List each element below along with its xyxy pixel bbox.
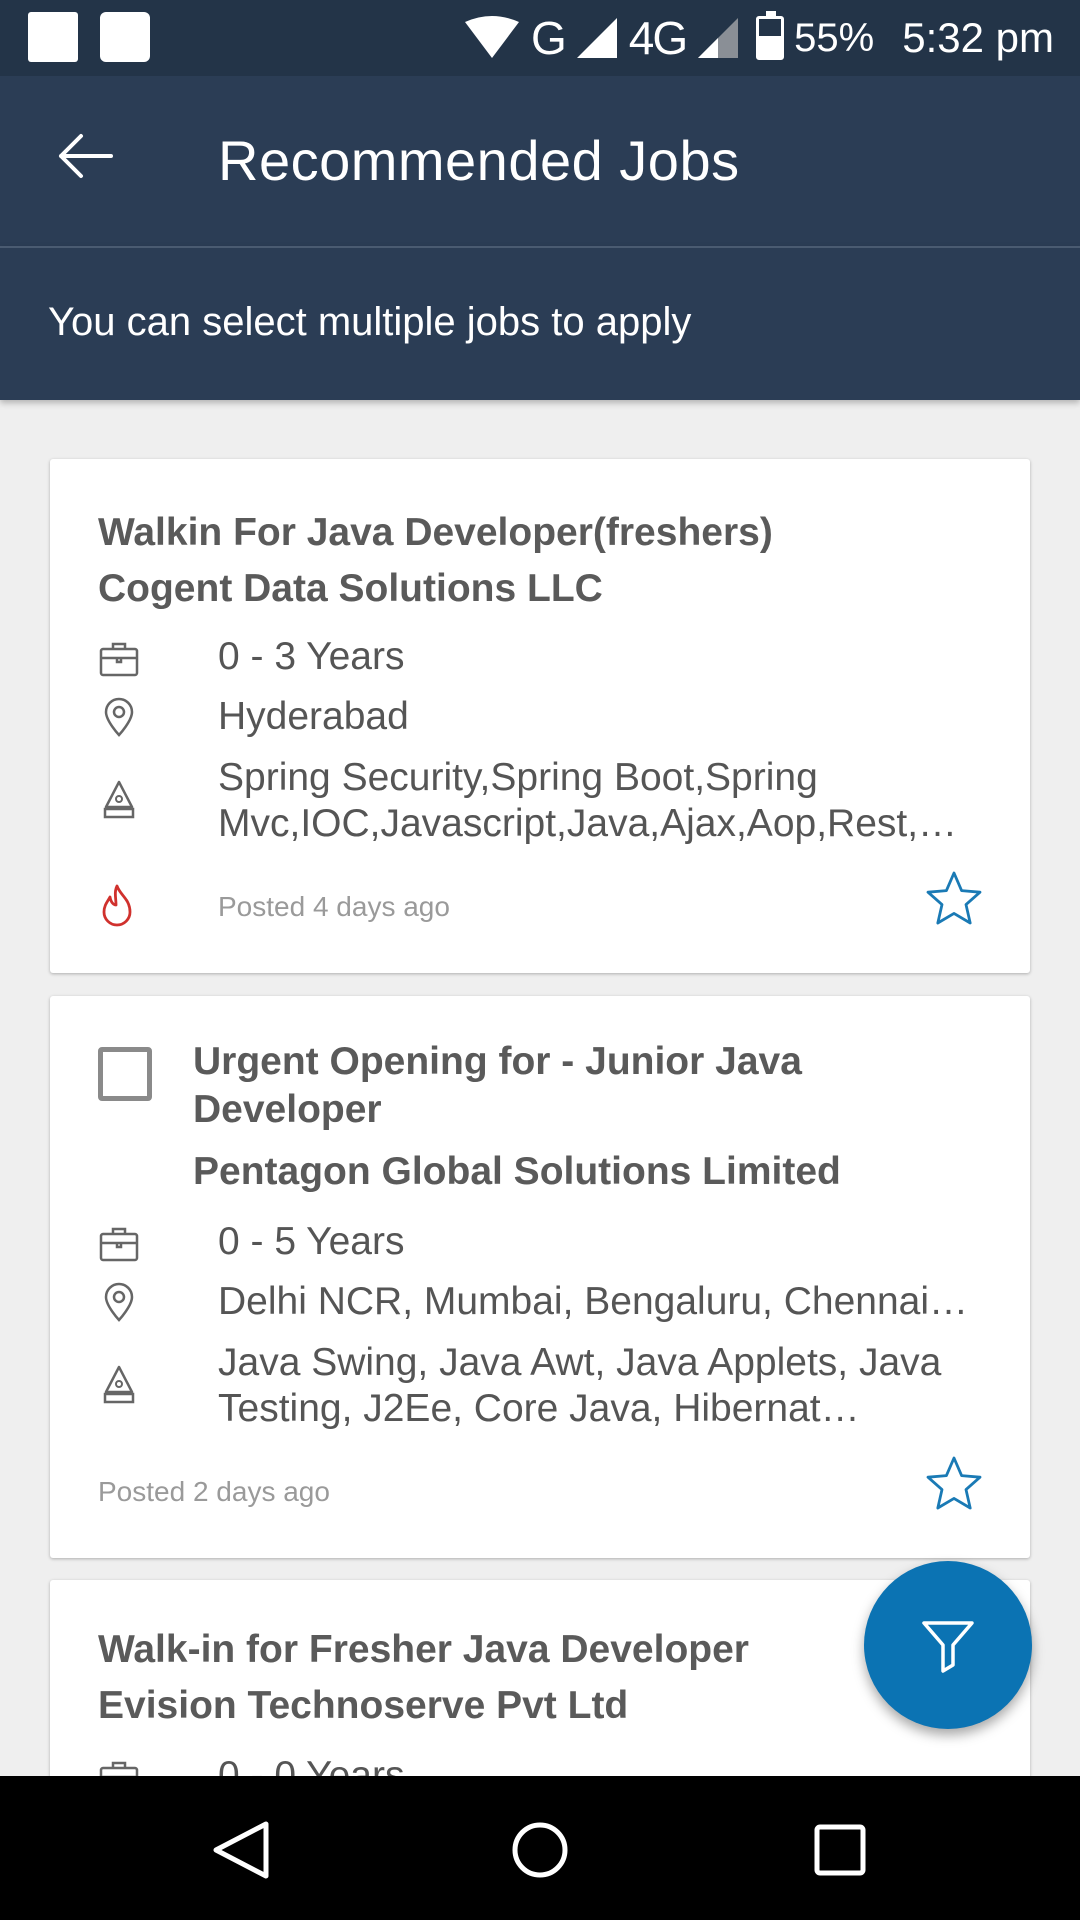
notification-icon [100, 12, 150, 62]
info-banner: You can select multiple jobs to apply [0, 246, 1080, 400]
star-icon[interactable] [924, 869, 984, 929]
pen-nib-icon [103, 780, 135, 819]
signal-icon [698, 18, 739, 58]
nav-home-icon[interactable] [500, 1810, 580, 1890]
location: Hyderabad [218, 695, 409, 738]
filter-button[interactable] [864, 1561, 1032, 1729]
key-skills: Spring Security,Spring Boot,Spring Mvc,I… [218, 756, 958, 845]
wifi-icon [465, 16, 520, 58]
status-indicators: G 4G 55% 5:32 pm [463, 0, 1054, 76]
select-job-checkbox[interactable] [98, 1047, 152, 1101]
pen-nib-icon [103, 1365, 135, 1404]
posted-date: Posted 4 days ago [218, 891, 450, 922]
battery-icon [756, 11, 785, 60]
network-type-label: 4G [628, 12, 688, 64]
filter-icon [922, 1621, 974, 1673]
location-pin-icon [104, 697, 134, 737]
page-title: Recommended Jobs [218, 129, 740, 192]
battery-level [759, 36, 782, 57]
location: Delhi NCR, Mumbai, Bengaluru, Chennai… [218, 1280, 969, 1323]
experience: 0 - 5 Years [218, 1220, 405, 1263]
info-banner-text: You can select multiple jobs to apply [48, 300, 692, 344]
star-icon[interactable] [924, 1454, 984, 1514]
briefcase-icon [99, 1227, 139, 1262]
battery-percent: 55% [794, 15, 875, 60]
signal-icon [576, 18, 617, 58]
job-title[interactable]: Walkin For Java Developer(freshers) [98, 509, 958, 557]
clock: 5:32 pm [902, 14, 1054, 61]
nav-back-icon[interactable] [200, 1810, 280, 1890]
job-title[interactable]: Urgent Opening for - Junior Java Develop… [193, 1038, 953, 1134]
fire-icon [102, 884, 132, 927]
arrow-left-icon [59, 134, 113, 178]
job-title[interactable]: Walk-in for Fresher Java Developer [98, 1626, 858, 1674]
briefcase-icon [99, 642, 139, 677]
experience: 0 - 3 Years [218, 635, 405, 678]
back-button[interactable] [40, 121, 130, 191]
location-pin-icon [104, 1282, 134, 1322]
company-name: Evision Technoserve Pvt Ltd [98, 1684, 629, 1727]
company-name: Cogent Data Solutions LLC [98, 567, 603, 610]
nav-recents-icon[interactable] [800, 1810, 880, 1890]
posted-date: Posted 2 days ago [98, 1476, 330, 1507]
company-name: Pentagon Global Solutions Limited [193, 1150, 841, 1193]
job-card[interactable]: Urgent Opening for - Junior Java Develop… [50, 996, 1030, 1558]
system-nav-bar [0, 1776, 1080, 1920]
network-type-label: G [531, 12, 567, 64]
notification-icon [28, 12, 78, 62]
app-bar: Recommended Jobs [0, 76, 1080, 246]
key-skills: Java Swing, Java Awt, Java Applets, Java… [218, 1341, 942, 1430]
job-card[interactable]: Walkin For Java Developer(freshers) Coge… [50, 459, 1030, 973]
status-bar: G 4G 55% 5:32 pm [0, 0, 1080, 76]
